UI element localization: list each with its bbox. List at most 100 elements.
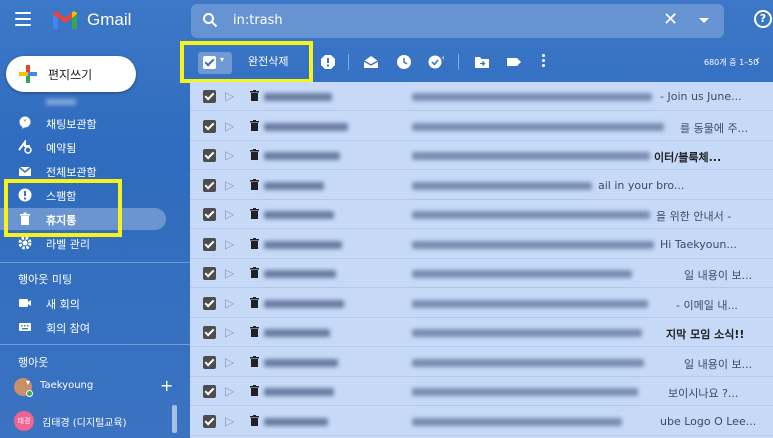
- row-sender-redacted: [264, 358, 338, 367]
- row-sender-redacted: [264, 270, 336, 278]
- keyboard-icon: [19, 323, 31, 331]
- table-row[interactable]: ▷ 를 동물에 주...: [190, 112, 773, 141]
- hangouts-contact-name: 김태경 (디지털교육): [42, 418, 127, 429]
- label-icon[interactable]: [506, 54, 522, 70]
- row-checkbox[interactable]: [203, 267, 216, 280]
- select-all-dropdown[interactable]: ▾: [198, 52, 232, 74]
- row-subject-redacted: [412, 358, 644, 367]
- importance-icon[interactable]: ▷: [225, 207, 234, 221]
- table-row[interactable]: ▷ 보이시나요 ?...: [190, 377, 773, 406]
- compose-button[interactable]: 편지쓰기: [6, 56, 136, 92]
- table-row[interactable]: ▷ Hi Taekyoun...: [190, 230, 773, 259]
- highlight-spam-trash: [4, 179, 122, 237]
- new-meeting-item[interactable]: 새 회의: [0, 292, 190, 314]
- importance-icon[interactable]: ▷: [225, 325, 234, 339]
- previous-page-icon[interactable]: ‹: [755, 53, 760, 67]
- row-snippet: 일 내용이 보...: [684, 357, 753, 371]
- sidebar-item-chat-archive[interactable]: " 채팅보관함: [0, 112, 190, 134]
- row-sender-redacted: [264, 122, 348, 131]
- importance-icon[interactable]: ▷: [225, 384, 234, 398]
- gmail-logo-icon[interactable]: [52, 10, 78, 30]
- row-sender-redacted: [264, 388, 334, 396]
- row-checkbox[interactable]: [203, 385, 216, 398]
- importance-icon[interactable]: ▷: [225, 237, 234, 251]
- importance-icon[interactable]: ▷: [225, 89, 234, 103]
- row-checkbox[interactable]: [203, 414, 216, 428]
- select-all-checkbox[interactable]: [203, 56, 216, 69]
- delete-forever-button[interactable]: 완전삭제: [248, 53, 288, 69]
- row-checkbox[interactable]: [203, 178, 216, 192]
- top-bar: Gmail in:trash ✕ ?: [0, 0, 773, 42]
- caret-down-icon[interactable]: ▾: [26, 378, 30, 387]
- hangouts-user-name: Taekyoung: [40, 380, 94, 391]
- clear-search-icon[interactable]: ✕: [663, 9, 678, 30]
- plus-icon: [19, 65, 37, 83]
- hangouts-contact[interactable]: 태경 김태경 (디지털교육): [0, 410, 190, 432]
- table-row[interactable]: ▷ 일 내용이 보...: [190, 259, 773, 288]
- mark-read-icon[interactable]: [363, 54, 379, 70]
- report-spam-icon[interactable]: [320, 54, 336, 70]
- toolbar-divider: [458, 54, 459, 70]
- row-checkbox[interactable]: [203, 119, 216, 133]
- main-menu-icon[interactable]: [15, 12, 31, 28]
- add-icon[interactable]: +: [160, 376, 173, 395]
- move-to-icon[interactable]: [474, 54, 490, 70]
- row-checkbox[interactable]: [203, 149, 216, 162]
- row-snippet: 이터/블룩체...: [654, 151, 722, 164]
- add-to-tasks-icon[interactable]: +: [428, 54, 444, 70]
- new-meeting-label: 새 회의: [46, 298, 80, 311]
- hangouts-user[interactable]: Taekyoung ▾ +: [0, 376, 190, 398]
- importance-icon[interactable]: ▷: [225, 296, 234, 310]
- trash-icon: [250, 296, 259, 308]
- row-checkbox[interactable]: [203, 296, 216, 310]
- importance-icon[interactable]: ▷: [225, 266, 234, 280]
- trash-icon: [250, 178, 259, 190]
- search-icon[interactable]: [202, 12, 218, 28]
- table-row[interactable]: ▷ 이터/블룩체...: [190, 141, 773, 170]
- trash-icon: [250, 149, 259, 160]
- row-checkbox[interactable]: [203, 208, 216, 221]
- search-options-icon[interactable]: [699, 18, 709, 23]
- row-subject-redacted: [412, 181, 592, 190]
- trash-icon: [250, 385, 259, 396]
- importance-icon[interactable]: ▷: [225, 178, 234, 192]
- pagination-counter: 680개 중 1–50: [704, 58, 759, 67]
- sidebar-scrollbar[interactable]: [172, 405, 177, 433]
- importance-icon[interactable]: ▷: [225, 119, 234, 133]
- table-row[interactable]: ▷ 일 내용이 보...: [190, 348, 773, 377]
- toolbar: ▾ 완전삭제 + 680개 중 1–50 ‹: [190, 42, 773, 82]
- help-icon[interactable]: ?: [754, 10, 772, 28]
- sidebar-item-label: 전체보관함: [46, 166, 97, 179]
- app-brand: Gmail: [87, 10, 132, 29]
- table-row[interactable]: ▷ 지막 모임 소식!!: [190, 318, 773, 347]
- table-row[interactable]: ▷ ube Logo O Lee...: [190, 407, 773, 436]
- sidebar-item-scheduled[interactable]: 예약됨: [0, 136, 190, 158]
- table-row[interactable]: ▷ - Join us June...: [190, 82, 773, 111]
- snooze-icon[interactable]: [396, 54, 412, 70]
- row-snippet: 일 내용이 보...: [684, 269, 753, 282]
- row-sender-redacted: [264, 299, 344, 308]
- join-meeting-item[interactable]: 회의 참여: [0, 316, 190, 338]
- row-checkbox[interactable]: [203, 90, 216, 103]
- row-subject-redacted: [412, 329, 642, 337]
- importance-icon[interactable]: ▷: [225, 414, 234, 428]
- online-status-dot: [26, 390, 33, 397]
- row-sender-redacted: [264, 211, 334, 219]
- search-input[interactable]: in:trash: [233, 13, 283, 28]
- search-bar[interactable]: in:trash ✕: [191, 4, 724, 38]
- svg-text:+: +: [441, 54, 444, 62]
- more-options-icon[interactable]: [542, 54, 546, 70]
- table-row[interactable]: ▷ - 이메일 내...: [190, 289, 773, 318]
- scheduled-icon: [18, 140, 32, 154]
- row-checkbox[interactable]: [203, 237, 216, 251]
- row-checkbox[interactable]: [203, 326, 216, 339]
- row-snippet: - Join us June...: [660, 90, 742, 103]
- importance-icon[interactable]: ▷: [225, 355, 234, 369]
- row-checkbox[interactable]: [203, 355, 216, 369]
- trash-icon: [250, 414, 259, 426]
- importance-icon[interactable]: ▷: [225, 148, 234, 162]
- row-subject-redacted: [412, 388, 638, 396]
- table-row[interactable]: ▷ ail in your bro...: [190, 171, 773, 200]
- caret-down-icon[interactable]: ▾: [220, 55, 224, 64]
- table-row[interactable]: ▷ 을 위한 안내서 -: [190, 200, 773, 229]
